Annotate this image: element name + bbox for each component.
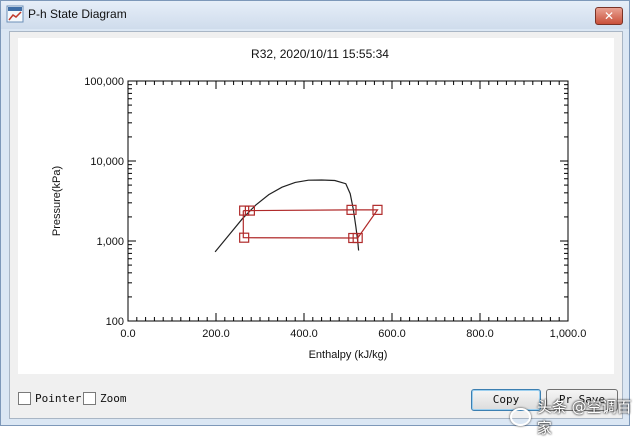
saturation-dome-line [214, 179, 360, 253]
title-bar[interactable]: P-h State Diagram ✕ [1, 1, 629, 29]
pointer-checkbox-box[interactable] [18, 392, 31, 405]
pointer-checkbox-label: Pointer [35, 392, 82, 405]
zoom-checkbox-label: Zoom [100, 392, 127, 405]
x-axis-label: Enthalpy (kJ/kg) [309, 349, 388, 361]
watermark-text: 头条 @空调百家 [536, 398, 632, 437]
x-tick-label: 1,000.0 [550, 328, 587, 340]
client-area: R32, 2020/10/11 15:55:34 0.0 200.0 400.0 60… [9, 31, 623, 419]
y-tick-label: 100 [106, 316, 124, 328]
p-h-diagram-window: P-h State Diagram ✕ R32, 2020/10/11 15:5… [0, 0, 630, 426]
x-tick-label: 0.0 [120, 328, 135, 340]
background-strip [631, 0, 640, 428]
watermark: 头条 @空调百家 [510, 396, 640, 438]
pointer-checkbox[interactable]: Pointer [18, 392, 81, 405]
y-axis-label: Pressure(kPa) [51, 166, 63, 236]
close-icon: ✕ [603, 9, 615, 23]
x-tick-label: 400.0 [290, 328, 318, 340]
y-tick-labels: 100 1,000 10,000 100,000 [84, 76, 124, 328]
window-title: P-h State Diagram [28, 7, 127, 21]
x-tick-label: 600.0 [378, 328, 406, 340]
y-tick-label: 100,000 [84, 76, 124, 88]
p-h-chart: R32, 2020/10/11 15:55:34 0.0 200.0 400.0 60… [51, 47, 586, 361]
chart-panel[interactable]: R32, 2020/10/11 15:55:34 0.0 200.0 400.0 60… [18, 38, 614, 374]
y-tick-label: 1,000 [96, 236, 124, 248]
chart-title: R32, 2020/10/11 15:55:34 [251, 47, 389, 61]
x-tick-label: 800.0 [466, 328, 494, 340]
x-tick-label: 200.0 [202, 328, 230, 340]
x-tick-labels: 0.0 200.0 400.0 600.0 800.0 1,000.0 [120, 328, 586, 340]
y-tick-label: 10,000 [90, 156, 124, 168]
watermark-icon [510, 408, 531, 426]
zoom-checkbox[interactable]: Zoom [83, 392, 127, 405]
chart-app-icon [6, 5, 24, 23]
plot-frame [127, 80, 569, 322]
axis-ticks [127, 80, 569, 322]
zoom-checkbox-box[interactable] [83, 392, 96, 405]
close-button[interactable]: ✕ [595, 7, 623, 25]
